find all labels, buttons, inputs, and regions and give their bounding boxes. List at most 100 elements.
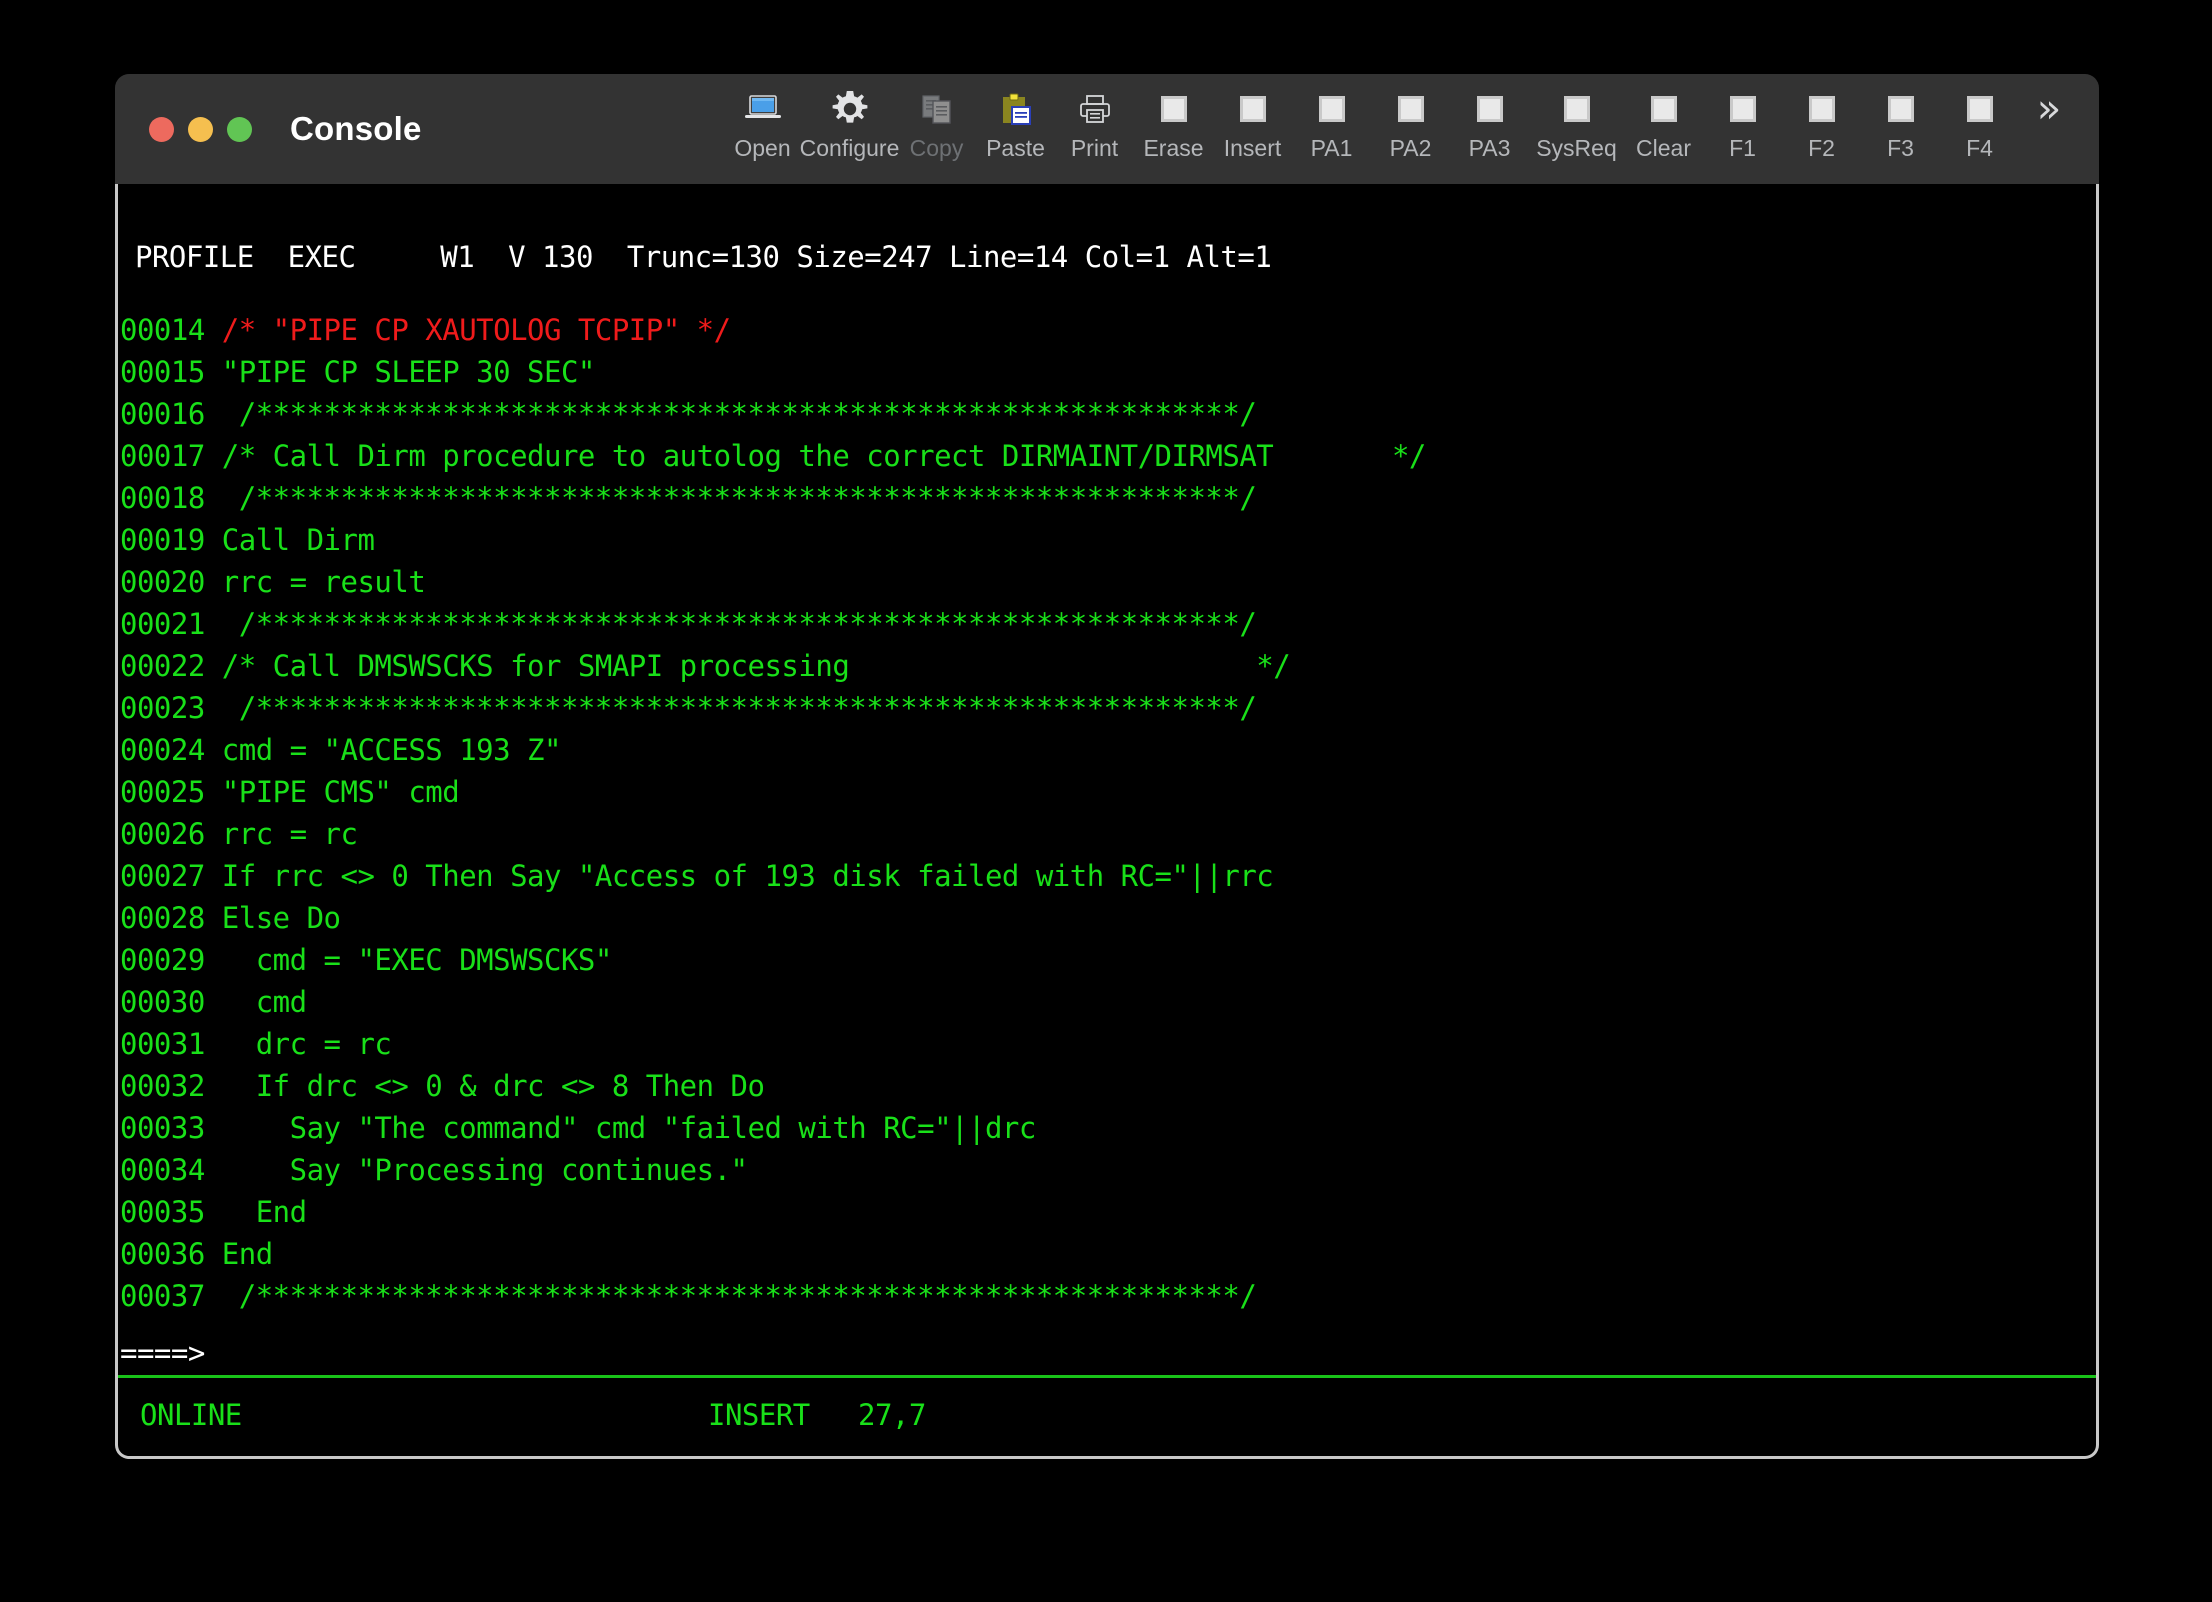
- minimize-window-button[interactable]: [188, 116, 213, 142]
- line-text: cmd: [204, 985, 307, 1019]
- terminal-status-line: PROFILE EXEC W1 V 130 Trunc=130 Size=247…: [135, 240, 1272, 274]
- toolbar: Open Configure Copy Paste Print Erase In…: [723, 74, 2099, 184]
- line-text: /***************************************…: [204, 607, 1257, 641]
- line-number: 00024: [120, 733, 205, 767]
- line-number: 00030: [120, 985, 205, 1019]
- toolbar-button-copy[interactable]: Copy: [897, 86, 976, 161]
- toolbar-button-insert[interactable]: Insert: [1213, 86, 1292, 161]
- line-text: "PIPE CP SLEEP 30 SEC": [204, 355, 596, 389]
- terminal-code-line[interactable]: 00022 /* Call DMSWSCKS for SMAPI process…: [120, 645, 1426, 687]
- terminal-code-line[interactable]: 00016 /*********************************…: [120, 393, 1426, 435]
- terminal-code-line[interactable]: 00032 If drc <> 0 & drc <> 8 Then Do: [120, 1065, 1426, 1107]
- terminal-code-line[interactable]: 00018 /*********************************…: [120, 477, 1426, 519]
- toolbar-button-clear[interactable]: Clear: [1624, 86, 1703, 161]
- line-number: 00014: [120, 313, 205, 347]
- toolbar-label-sysreq: SysReq: [1536, 135, 1617, 161]
- terminal-code-line[interactable]: 00029 cmd = "EXEC DMSWSCKS": [120, 939, 1426, 981]
- line-text: Say "The command" cmd "failed with RC="|…: [204, 1111, 1037, 1145]
- line-text: rrc = rc: [204, 817, 358, 851]
- line-number: 00020: [120, 565, 205, 599]
- window-titlebar: Console Open Configure Copy Paste Print …: [115, 74, 2099, 184]
- toolbar-button-print[interactable]: Print: [1055, 86, 1134, 161]
- square-key-icon: [1729, 86, 1756, 132]
- terminal-code-line[interactable]: 00021 /*********************************…: [120, 603, 1426, 645]
- toolbar-button-pa1[interactable]: PA1: [1292, 86, 1371, 161]
- toolbar-label-insert: Insert: [1223, 135, 1282, 161]
- toolbar-button-paste[interactable]: Paste: [976, 86, 1055, 161]
- line-number: 00031: [120, 1027, 205, 1061]
- terminal-code-line[interactable]: 00025 "PIPE CMS" cmd: [120, 771, 1426, 813]
- terminal-code-line[interactable]: 00023 /*********************************…: [120, 687, 1426, 729]
- line-text: End: [204, 1195, 307, 1229]
- terminal-code-line[interactable]: 00015 "PIPE CP SLEEP 30 SEC": [120, 351, 1426, 393]
- clipboard-paste-icon: [999, 86, 1033, 132]
- command-separator-rule: [118, 1375, 2096, 1378]
- console-window: Console Open Configure Copy Paste Print …: [115, 74, 2099, 1459]
- terminal-code-line[interactable]: 00028 Else Do: [120, 897, 1426, 939]
- line-number: 00033: [120, 1111, 205, 1145]
- line-text: cmd = "EXEC DMSWSCKS": [204, 943, 613, 977]
- toolbar-label-pa3: PA3: [1468, 135, 1511, 161]
- square-key-icon: [1650, 86, 1677, 132]
- terminal-code-line[interactable]: 00037 /*********************************…: [120, 1275, 1426, 1317]
- terminal-code-line[interactable]: 00035 End: [120, 1191, 1426, 1233]
- square-key-icon: [1160, 86, 1187, 132]
- line-text: /***************************************…: [204, 481, 1257, 515]
- line-text: /* Call DMSWSCKS for SMAPI processing */: [204, 649, 1291, 683]
- line-text: drc = rc: [204, 1027, 392, 1061]
- terminal-code-line[interactable]: 00014 /* "PIPE CP XAUTOLOG TCPIP" */: [120, 309, 1426, 351]
- toolbar-button-erase[interactable]: Erase: [1134, 86, 1213, 161]
- toolbar-label-print: Print: [1070, 135, 1119, 161]
- line-text: /* Call Dirm procedure to autolog the co…: [204, 439, 1427, 473]
- line-text: Else Do: [204, 901, 341, 935]
- terminal-code-line[interactable]: 00027 If rrc <> 0 Then Say "Access of 19…: [120, 855, 1426, 897]
- toolbar-button-sysreq[interactable]: SysReq: [1529, 86, 1624, 161]
- terminal-code-line[interactable]: 00020 rrc = result: [120, 561, 1426, 603]
- toolbar-button-open[interactable]: Open: [723, 86, 802, 161]
- close-window-button[interactable]: [149, 116, 174, 142]
- line-text: If rrc <> 0 Then Say "Access of 193 disk…: [204, 859, 1274, 893]
- toolbar-button-f3[interactable]: F3: [1861, 86, 1940, 161]
- line-text: Call Dirm: [204, 523, 375, 557]
- terminal-code-line[interactable]: 00034 Say "Processing continues.": [120, 1149, 1426, 1191]
- line-number: 00021: [120, 607, 205, 641]
- toolbar-label-copy: Copy: [909, 135, 964, 161]
- command-input-prompt[interactable]: ====>: [120, 1332, 205, 1374]
- square-key-icon: [1239, 86, 1266, 132]
- line-text: "PIPE CMS" cmd: [204, 775, 460, 809]
- terminal-code-line[interactable]: 00024 cmd = "ACCESS 193 Z": [120, 729, 1426, 771]
- copy-icon: [920, 86, 954, 132]
- line-number: 00016: [120, 397, 205, 431]
- toolbar-button-pa3[interactable]: PA3: [1450, 86, 1529, 161]
- status-badge-online: ONLINE: [140, 1398, 242, 1432]
- toolbar-button-f1[interactable]: F1: [1703, 86, 1782, 161]
- toolbar-label-f3: F3: [1887, 135, 1914, 161]
- laptop-icon: [744, 86, 782, 132]
- terminal-code-line[interactable]: 00031 drc = rc: [120, 1023, 1426, 1065]
- toolbar-button-pa2[interactable]: PA2: [1371, 86, 1450, 161]
- line-number: 00036: [120, 1237, 205, 1271]
- line-number: 00032: [120, 1069, 205, 1103]
- toolbar-label-f2: F2: [1808, 135, 1835, 161]
- toolbar-label-paste: Paste: [986, 135, 1045, 161]
- status-cursor-position: 27,7: [858, 1398, 926, 1432]
- toolbar-button-configure[interactable]: Configure: [800, 86, 899, 161]
- terminal-code-line[interactable]: 00036 End: [120, 1233, 1426, 1275]
- toolbar-button-f2[interactable]: F2: [1782, 86, 1861, 161]
- terminal-code-line[interactable]: 00030 cmd: [120, 981, 1426, 1023]
- terminal-screen[interactable]: PROFILE EXEC W1 V 130 Trunc=130 Size=247…: [115, 184, 2099, 1459]
- terminal-code-line[interactable]: 00019 Call Dirm: [120, 519, 1426, 561]
- line-number: 00028: [120, 901, 205, 935]
- toolbar-overflow-icon[interactable]: »: [2019, 86, 2079, 132]
- line-number: 00037: [120, 1279, 205, 1313]
- toolbar-label-clear: Clear: [1636, 135, 1691, 161]
- terminal-code-line[interactable]: 00033 Say "The command" cmd "failed with…: [120, 1107, 1426, 1149]
- square-key-icon: [1397, 86, 1424, 132]
- terminal-code-line[interactable]: 00017 /* Call Dirm procedure to autolog …: [120, 435, 1426, 477]
- line-number: 00029: [120, 943, 205, 977]
- terminal-code-line[interactable]: 00026 rrc = rc: [120, 813, 1426, 855]
- maximize-window-button[interactable]: [227, 116, 252, 142]
- terminal-footer: ONLINE INSERT 27,7: [118, 1394, 2096, 1444]
- toolbar-button-f4[interactable]: F4: [1940, 86, 2019, 161]
- square-key-icon: [1808, 86, 1835, 132]
